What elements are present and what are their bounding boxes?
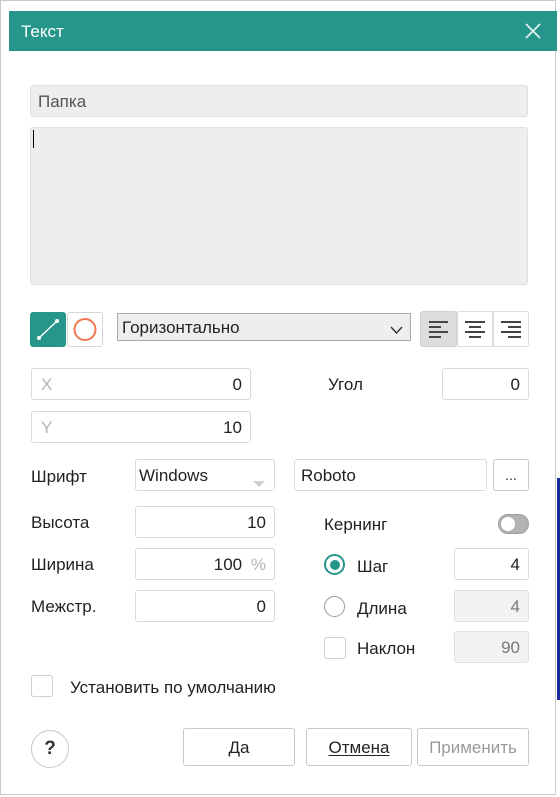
circle-tool-button[interactable] <box>67 312 103 347</box>
length-label: Длина <box>357 599 407 618</box>
width-value: 100 <box>213 555 243 574</box>
font-browse-label: ... <box>505 467 517 483</box>
font-type-arrow-icon <box>253 473 265 493</box>
kerning-toggle[interactable] <box>498 514 529 534</box>
height-value: 10 <box>247 513 266 532</box>
length-radio[interactable] <box>324 596 345 617</box>
text-input-area[interactable] <box>30 127 528 285</box>
width-unit: % <box>250 555 266 574</box>
length-value: 4 <box>510 597 520 616</box>
height-input[interactable]: 10 <box>135 506 275 538</box>
y-placeholder: Y <box>41 418 53 437</box>
apply-button[interactable]: Применить <box>417 728 529 766</box>
x-input[interactable]: X 0 <box>31 368 251 400</box>
angle-value: 0 <box>510 375 520 394</box>
line-spacing-input[interactable]: 0 <box>135 590 275 622</box>
title-bar: Текст <box>9 11 557 51</box>
font-browse-button[interactable]: ... <box>493 459 529 491</box>
font-name-input[interactable]: Roboto <box>294 459 487 491</box>
align-center-icon <box>458 321 492 350</box>
cancel-label: Отмена <box>328 738 390 757</box>
line-spacing-label: Межстр. <box>31 597 97 616</box>
set-default-checkbox[interactable] <box>31 675 53 697</box>
align-left-button[interactable] <box>420 311 457 347</box>
font-label: Шрифт <box>31 467 87 486</box>
cancel-button[interactable]: Отмена <box>306 728 412 766</box>
y-input[interactable]: Y 10 <box>31 411 251 443</box>
slant-input[interactable]: 90 <box>454 631 529 663</box>
line-tool-button[interactable] <box>30 312 66 347</box>
align-left-icon <box>421 321 456 350</box>
ok-label: Да <box>228 738 250 757</box>
step-label: Шаг <box>357 557 389 576</box>
x-placeholder: X <box>41 375 53 394</box>
height-label: Высота <box>31 513 90 532</box>
width-value-wrap: 100 % <box>214 555 266 575</box>
angle-input[interactable]: 0 <box>442 368 529 400</box>
orientation-select[interactable]: Горизонтально <box>117 313 411 341</box>
set-default-label: Установить по умолчанию <box>70 678 276 697</box>
slant-label: Наклон <box>357 639 416 658</box>
step-radio[interactable] <box>324 554 345 575</box>
dialog-title: Текст <box>21 22 64 41</box>
orientation-value: Горизонтально <box>122 318 240 337</box>
circle-icon <box>68 318 102 350</box>
apply-label: Применить <box>429 738 517 757</box>
slant-checkbox[interactable] <box>324 637 346 659</box>
kerning-label: Кернинг <box>324 515 388 534</box>
ok-button[interactable]: Да <box>183 728 295 766</box>
close-icon[interactable] <box>521 19 545 43</box>
text-dialog: Текст Папка Горизонтально X 0 Y 10 Угол … <box>0 0 557 795</box>
folder-field[interactable]: Папка <box>30 85 528 117</box>
step-input[interactable]: 4 <box>454 548 529 580</box>
y-value: 10 <box>223 418 242 437</box>
help-label: ? <box>44 738 56 759</box>
folder-label: Папка <box>38 92 87 111</box>
length-input[interactable]: 4 <box>454 590 529 622</box>
font-type-value: Windows <box>139 466 208 485</box>
text-cursor <box>33 130 34 148</box>
line-icon <box>30 319 66 351</box>
kerning-toggle-knob <box>501 517 515 531</box>
font-type-select[interactable]: Windows <box>135 459 275 491</box>
step-value: 4 <box>510 555 520 574</box>
help-button[interactable]: ? <box>31 730 69 768</box>
angle-label: Угол <box>328 375 363 394</box>
slant-value: 90 <box>501 638 520 657</box>
chevron-down-icon <box>390 322 403 340</box>
align-right-icon <box>494 321 528 350</box>
line-spacing-value: 0 <box>256 597 266 616</box>
width-input[interactable]: 100 % <box>135 548 275 580</box>
align-right-button[interactable] <box>493 311 529 347</box>
align-center-button[interactable] <box>457 311 493 347</box>
font-name-value: Roboto <box>301 466 356 485</box>
x-value: 0 <box>232 375 242 394</box>
width-label: Ширина <box>31 555 94 574</box>
